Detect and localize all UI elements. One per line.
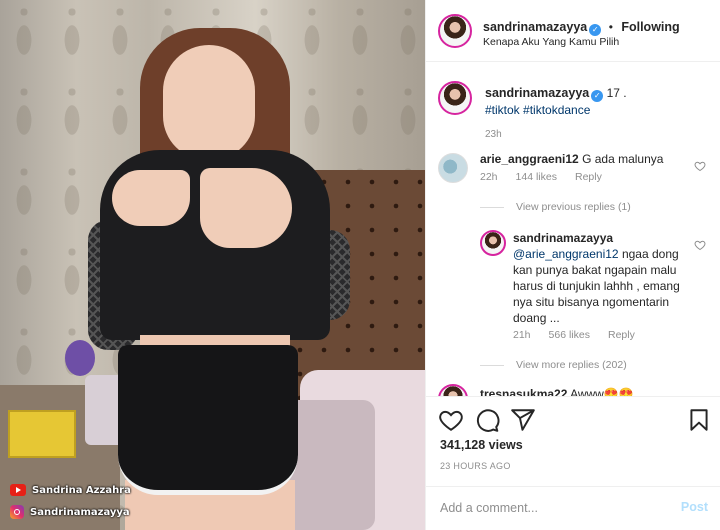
like-heart-icon[interactable] (438, 407, 464, 433)
comment-3-avatar[interactable] (438, 384, 468, 396)
post-actions: 341,128 views 23 HOURS AGO (426, 396, 720, 486)
reply-time[interactable]: 21h (513, 329, 531, 341)
toy-object (65, 340, 95, 376)
view-more-replies[interactable]: View more replies (202) (480, 359, 627, 371)
header-username[interactable]: sandrinamazayya (483, 20, 587, 34)
comment-1-text: G ada malunya (582, 152, 664, 166)
hashtag-tiktok[interactable]: #tiktok (485, 103, 520, 117)
post-header: sandrinamazayya ✓ • Following Kenapa Aku … (426, 0, 720, 62)
reply-meta: 21h 566 likes Reply (513, 329, 653, 341)
post-timestamp[interactable]: 23 HOURS AGO (440, 461, 511, 471)
following-button[interactable]: Following (621, 20, 679, 34)
like-reply-heart-icon[interactable] (694, 239, 706, 251)
comments-section[interactable]: sandrinamazayya ✓ 17 . #tiktok #tiktokdan… (426, 63, 720, 396)
post-comment-button[interactable]: Post (681, 500, 708, 514)
view-previous-replies[interactable]: View previous replies (1) (480, 201, 631, 213)
verified-badge-icon: ✓ (591, 90, 604, 102)
view-count[interactable]: 341,128 views (440, 438, 523, 452)
caption-username[interactable]: sandrinamazayya (485, 86, 589, 100)
comment-3-text: Awww😍😍 (570, 387, 634, 396)
person-hand-right (200, 168, 292, 248)
share-icon[interactable] (510, 407, 536, 433)
comment-3: tresnasukma22 Awww😍😍 (480, 386, 690, 396)
comment-3-username[interactable]: tresnasukma22 (480, 387, 567, 396)
hashtag-tiktokdance[interactable]: #tiktokdance (523, 103, 590, 117)
reply-likes[interactable]: 566 likes (549, 329, 590, 341)
instagram-icon (10, 505, 24, 519)
verified-badge-icon: ✓ (589, 24, 602, 36)
pillow (285, 400, 375, 530)
reply-avatar[interactable] (480, 230, 506, 256)
caption-text: 17 . (606, 86, 627, 100)
instagram-watermark-text: Sandrinamazayya (30, 506, 130, 518)
person-hand-left (112, 170, 190, 226)
separator-dot: • (608, 20, 613, 34)
caption-avatar[interactable] (438, 81, 472, 115)
caption-time[interactable]: 23h (485, 129, 502, 140)
youtube-icon (10, 484, 26, 496)
youtube-watermark: Sandrina Azzahra (10, 484, 131, 496)
add-comment-bar: Post (426, 486, 720, 530)
save-bookmark-icon[interactable] (686, 407, 712, 433)
reply-username[interactable]: sandrinamazayya (513, 231, 613, 245)
person-shorts (118, 345, 298, 495)
add-comment-input[interactable] (440, 497, 660, 519)
reply-reply[interactable]: Reply (608, 329, 635, 341)
comment-1-username[interactable]: arie_anggraeni12 (480, 152, 579, 166)
like-comment-heart-icon[interactable] (694, 160, 706, 172)
comment-1-reply[interactable]: Reply (575, 171, 602, 183)
caption: sandrinamazayya ✓ 17 . #tiktok #tiktokdan… (485, 85, 710, 118)
commenter-avatar[interactable] (438, 153, 468, 183)
instagram-watermark: Sandrinamazayya (10, 505, 130, 519)
reply-comment: sandrinamazayya @arie_anggraeni12 ngaa d… (513, 230, 693, 326)
comment-1-time[interactable]: 22h (480, 171, 498, 183)
audio-title[interactable]: Kenapa Aku Yang Kamu Pilih (483, 36, 619, 48)
post-side-panel: sandrinamazayya ✓ • Following Kenapa Aku … (425, 0, 720, 530)
comment-icon[interactable] (474, 407, 500, 433)
post-video[interactable]: Sandrina Azzahra Sandrinamazayya (0, 0, 425, 530)
comment-1-meta: 22h 144 likes Reply (480, 171, 620, 183)
header-user-line: sandrinamazayya ✓ • Following (483, 18, 680, 36)
yellow-box (8, 410, 76, 458)
person-face (163, 45, 255, 160)
youtube-watermark-text: Sandrina Azzahra (32, 484, 131, 496)
avatar[interactable] (438, 14, 472, 48)
reply-mention[interactable]: @arie_anggraeni12 (513, 247, 619, 261)
comment-1: arie_anggraeni12 G ada malunya (480, 151, 690, 167)
comment-1-likes[interactable]: 144 likes (516, 171, 557, 183)
